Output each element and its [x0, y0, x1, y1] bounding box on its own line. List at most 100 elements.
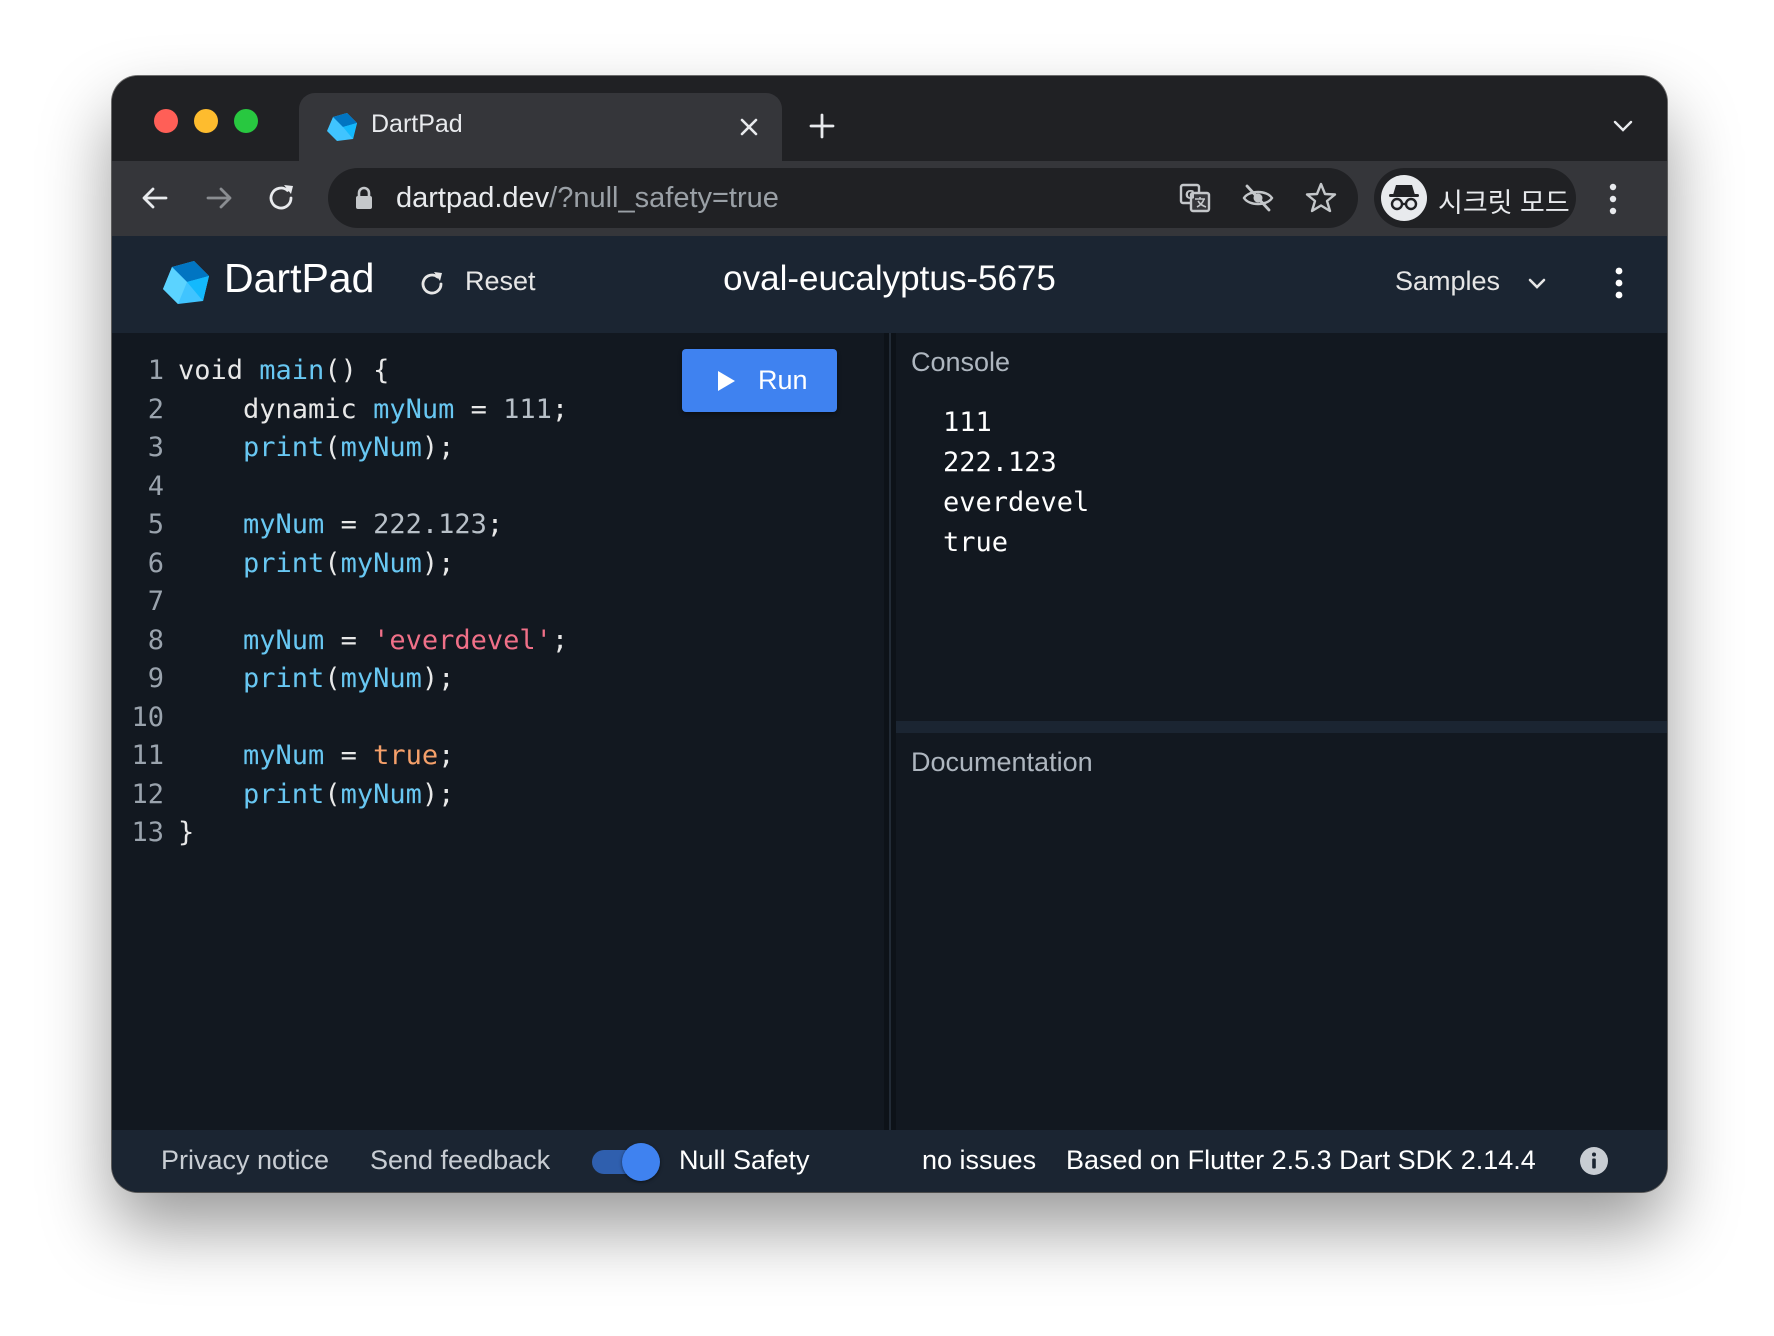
code-token: = — [324, 624, 374, 656]
code-line[interactable]: 13} — [112, 814, 812, 852]
chevron-down-icon[interactable] — [1524, 271, 1550, 297]
minimize-window-button[interactable] — [194, 109, 218, 133]
code-text[interactable]: print(myNum); — [178, 660, 454, 698]
console-output-line: 222.123 — [943, 447, 1057, 478]
address-bar[interactable]: dartpad.dev/?null_safety=true G — [328, 168, 1358, 228]
code-text[interactable]: print(myNum); — [178, 545, 454, 583]
line-number: 1 — [147, 355, 164, 386]
star-icon[interactable] — [1304, 181, 1338, 215]
more-vertical-icon[interactable] — [1609, 182, 1617, 216]
code-line[interactable]: 4 — [112, 468, 812, 506]
code-line[interactable]: 10 — [112, 699, 812, 737]
more-vertical-icon[interactable] — [1615, 266, 1623, 300]
incognito-label: 시크릿 모드 — [1438, 188, 1570, 218]
code-token: ; — [438, 740, 455, 771]
console-output-line: everdevel — [943, 487, 1090, 518]
code-token: print — [178, 663, 325, 694]
url-host: dartpad.dev — [396, 182, 550, 214]
dartpad-app: DartPad Reset oval-eucalyptus-5675 Sampl… — [112, 236, 1667, 1192]
reload-icon[interactable] — [264, 181, 298, 215]
code-token: print — [178, 547, 325, 579]
code-text[interactable]: myNum = 222.123; — [178, 506, 503, 544]
code-text[interactable]: myNum = true; — [178, 737, 454, 775]
code-token: myNum — [340, 547, 422, 579]
tab-title: DartPad — [371, 110, 463, 138]
code-token: ); — [421, 432, 455, 463]
code-token: } — [178, 817, 195, 848]
code-line[interactable]: 8 myNum = 'everdevel'; — [112, 622, 812, 660]
samples-dropdown[interactable]: Samples — [1395, 266, 1500, 297]
null-safety-label: Null Safety — [679, 1145, 810, 1175]
zoom-window-button[interactable] — [234, 109, 258, 133]
pane-splitter[interactable] — [884, 333, 896, 1130]
line-number: 7 — [147, 586, 164, 617]
eye-off-icon[interactable] — [1241, 181, 1275, 215]
close-icon[interactable] — [734, 112, 764, 142]
privacy-notice-link[interactable]: Privacy notice — [161, 1145, 329, 1176]
tab-dartpad[interactable]: DartPad — [299, 93, 782, 161]
code-line[interactable]: 7 — [112, 583, 812, 621]
run-button[interactable]: Run — [682, 349, 837, 412]
line-number: 3 — [147, 432, 164, 463]
code-token: = — [324, 509, 374, 540]
code-text[interactable]: print(myNum); — [178, 429, 454, 467]
send-feedback-link[interactable]: Send feedback — [370, 1145, 550, 1176]
code-token: dynamic — [178, 393, 374, 425]
translate-icon[interactable]: G — [1178, 181, 1212, 215]
code-line[interactable]: 9 print(myNum); — [112, 660, 812, 698]
run-label: Run — [758, 365, 808, 395]
code-token: main — [259, 355, 325, 386]
line-number: 11 — [131, 740, 164, 771]
code-text[interactable]: } — [178, 814, 194, 852]
code-token: ; — [551, 624, 569, 656]
console-panel: Console 111 222.123 everdevel true — [896, 333, 1667, 721]
code-token: true — [373, 740, 439, 771]
code-line[interactable]: 6 print(myNum); — [112, 545, 812, 583]
incognito-profile-button[interactable]: 시크릿 모드 — [1374, 168, 1576, 228]
line-number: 5 — [147, 509, 164, 540]
code-line[interactable]: 11 myNum = true; — [112, 737, 812, 775]
code-editor[interactable]: 1 void main() {2 dynamic myNum = 111; 3 pr… — [112, 333, 884, 1130]
code-text[interactable]: myNum = 'everdevel'; — [178, 622, 568, 660]
console-output-line: true — [943, 527, 1009, 558]
code-token: print — [178, 778, 325, 810]
code-line[interactable]: 5 myNum = 222.123; — [112, 506, 812, 544]
console-title: Console — [911, 347, 1011, 377]
status-bar: Privacy notice Send feedback Null Safety… — [112, 1130, 1667, 1192]
code-token: ( — [324, 663, 341, 694]
code-token: = — [454, 393, 504, 425]
chevron-down-icon[interactable] — [1609, 112, 1637, 140]
browser-window: DartPad dartpad.dev/?null_safety=true G … — [112, 76, 1667, 1192]
code-text[interactable]: void main() { — [178, 352, 389, 390]
info-icon[interactable] — [1579, 1146, 1609, 1176]
documentation-panel: Documentation — [896, 733, 1667, 1130]
code-line[interactable]: 3 print(myNum); — [112, 429, 812, 467]
app-header: DartPad Reset oval-eucalyptus-5675 Sampl… — [112, 236, 1667, 333]
code-text[interactable]: print(myNum); — [178, 776, 454, 814]
version-info: Based on Flutter 2.5.3 Dart SDK 2.14.4 — [1066, 1145, 1536, 1175]
code-token: ); — [421, 663, 455, 694]
lock-icon[interactable] — [354, 186, 374, 210]
documentation-title: Documentation — [911, 747, 1093, 777]
url-path: /?null_safety=true — [549, 182, 779, 214]
code-token: ( — [324, 547, 341, 579]
code-line[interactable]: 12 print(myNum); — [112, 776, 812, 814]
code-token: myNum — [178, 624, 325, 656]
close-window-button[interactable] — [154, 109, 178, 133]
plus-icon[interactable] — [805, 109, 839, 143]
panel-splitter[interactable] — [896, 721, 1667, 733]
code-text[interactable]: dynamic myNum = 111; — [178, 391, 568, 429]
code-token: myNum — [178, 509, 325, 540]
line-number: 2 — [147, 393, 164, 425]
code-token: 'everdevel' — [373, 624, 552, 656]
arrow-left-icon[interactable] — [138, 181, 172, 215]
null-safety-toggle[interactable] — [592, 1143, 664, 1181]
code-token: myNum — [340, 778, 422, 810]
line-number: 6 — [147, 547, 164, 579]
code-token: ); — [421, 778, 455, 810]
incognito-icon — [1389, 185, 1419, 211]
url-text[interactable]: dartpad.dev/?null_safety=true — [396, 182, 779, 215]
code-token: ( — [324, 778, 341, 810]
line-number: 8 — [147, 624, 164, 656]
arrow-right-icon[interactable] — [202, 181, 236, 215]
